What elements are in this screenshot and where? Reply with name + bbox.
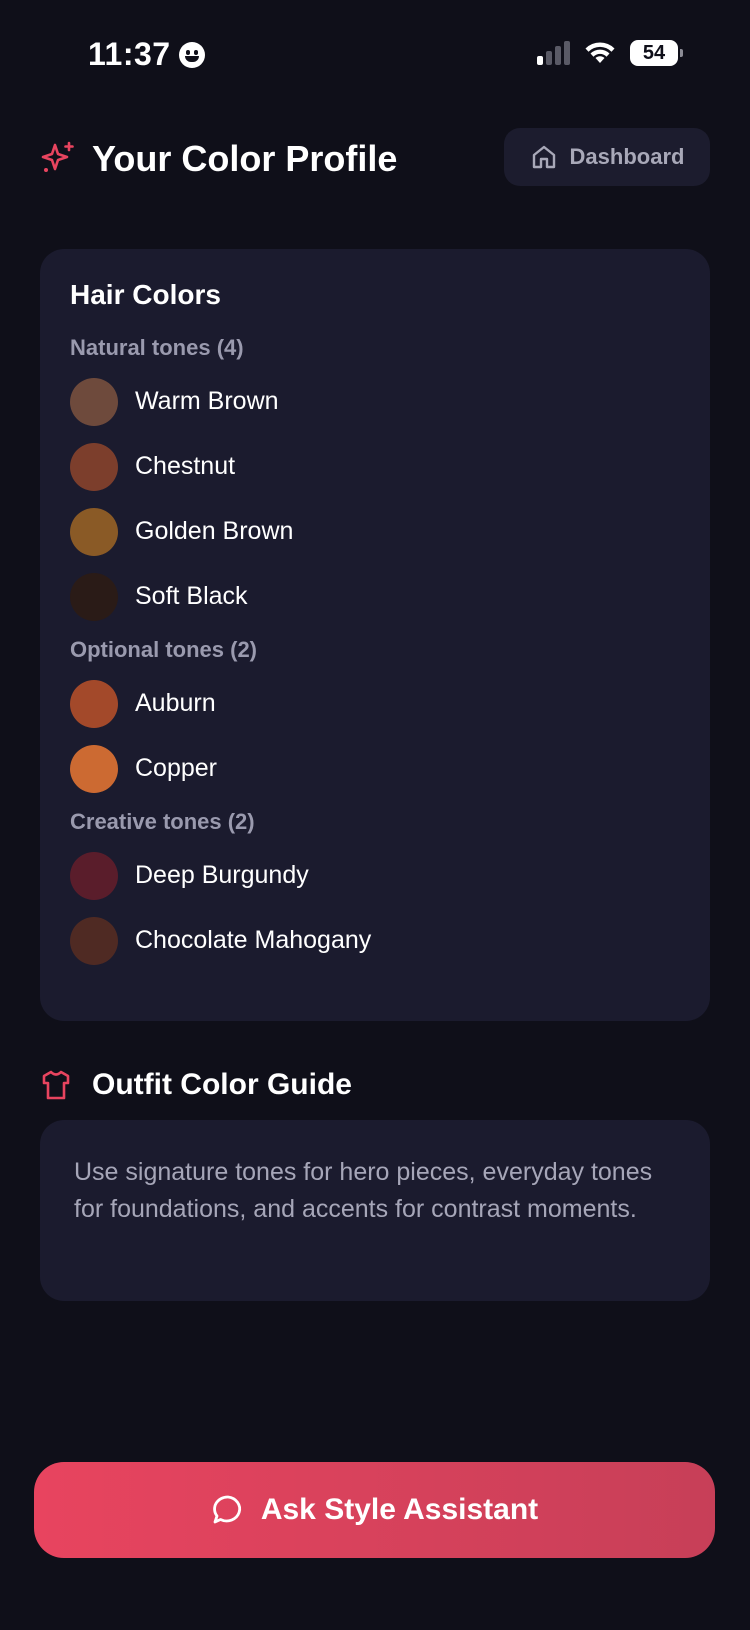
sparkle-icon	[41, 141, 74, 172]
group-label: Creative tones (2)	[70, 809, 255, 834]
ask-style-assistant-label: Ask Style Assistant	[260, 1493, 539, 1526]
swatch-row[interactable]: Copper	[70, 744, 680, 793]
status-indicators: 54	[537, 40, 683, 66]
tone-group-creative: Creative tones (2) Deep Burgundy Chocola…	[70, 809, 680, 965]
swatch-label: Chestnut	[135, 452, 236, 480]
ask-style-assistant-button[interactable]: Ask Style Assistant	[34, 1462, 715, 1558]
swatch-row[interactable]: Chestnut	[70, 442, 680, 491]
chat-bubble-icon	[212, 1495, 241, 1524]
outfit-guide-card: Use signature tones for hero pieces, eve…	[40, 1120, 710, 1301]
swatch-row[interactable]: Golden Brown	[70, 507, 680, 556]
swatch-row[interactable]: Soft Black	[70, 572, 680, 621]
swatch-row[interactable]: Auburn	[70, 679, 680, 728]
status-time: 11:37	[88, 36, 205, 73]
group-label: Optional tones (2)	[70, 637, 257, 662]
swatch-label: Copper	[135, 754, 217, 782]
hair-colors-card: Hair Colors Natural tones (4) Warm Brown…	[40, 249, 710, 1021]
status-bar: 11:37 54	[0, 0, 750, 110]
color-swatch	[70, 377, 118, 426]
swatch-label: Warm Brown	[135, 387, 279, 415]
color-swatch	[70, 851, 118, 900]
swatch-label: Deep Burgundy	[135, 861, 309, 889]
shirt-icon	[42, 1070, 70, 1100]
dashboard-button[interactable]: Dashboard	[504, 128, 710, 186]
tone-group-natural: Natural tones (4) Warm Brown Chestnut Go…	[70, 335, 680, 621]
cellular-signal-icon	[537, 41, 570, 65]
home-icon	[532, 145, 555, 169]
color-swatch	[70, 442, 118, 491]
page-title: Your Color Profile	[92, 138, 398, 179]
outfit-guide-text: Use signature tones for hero pieces, eve…	[74, 1158, 653, 1223]
time-text: 11:37	[88, 36, 171, 72]
group-label: Natural tones (4)	[70, 335, 244, 360]
swatch-row[interactable]: Warm Brown	[70, 377, 680, 426]
color-swatch	[70, 679, 118, 728]
battery-icon: 54	[630, 40, 683, 66]
swatch-label: Auburn	[135, 689, 216, 717]
smiley-icon	[178, 41, 205, 68]
swatch-label: Soft Black	[135, 582, 248, 610]
tone-group-optional: Optional tones (2) Auburn Copper	[70, 637, 680, 793]
swatch-label: Golden Brown	[135, 517, 294, 545]
swatch-label: Chocolate Mahogany	[135, 926, 372, 954]
wifi-icon	[585, 42, 615, 63]
header: Your Color Profile Dashboard	[40, 128, 710, 188]
color-swatch	[70, 507, 118, 556]
hair-colors-title: Hair Colors	[70, 279, 221, 310]
swatch-row[interactable]: Deep Burgundy	[70, 851, 680, 900]
outfit-guide-title: Outfit Color Guide	[92, 1068, 352, 1101]
outfit-guide-header: Outfit Color Guide	[40, 1063, 352, 1107]
battery-level: 54	[642, 41, 666, 64]
color-swatch	[70, 744, 118, 793]
swatch-row[interactable]: Chocolate Mahogany	[70, 916, 680, 965]
dashboard-label: Dashboard	[569, 144, 685, 169]
color-swatch	[70, 572, 118, 621]
color-swatch	[70, 916, 118, 965]
